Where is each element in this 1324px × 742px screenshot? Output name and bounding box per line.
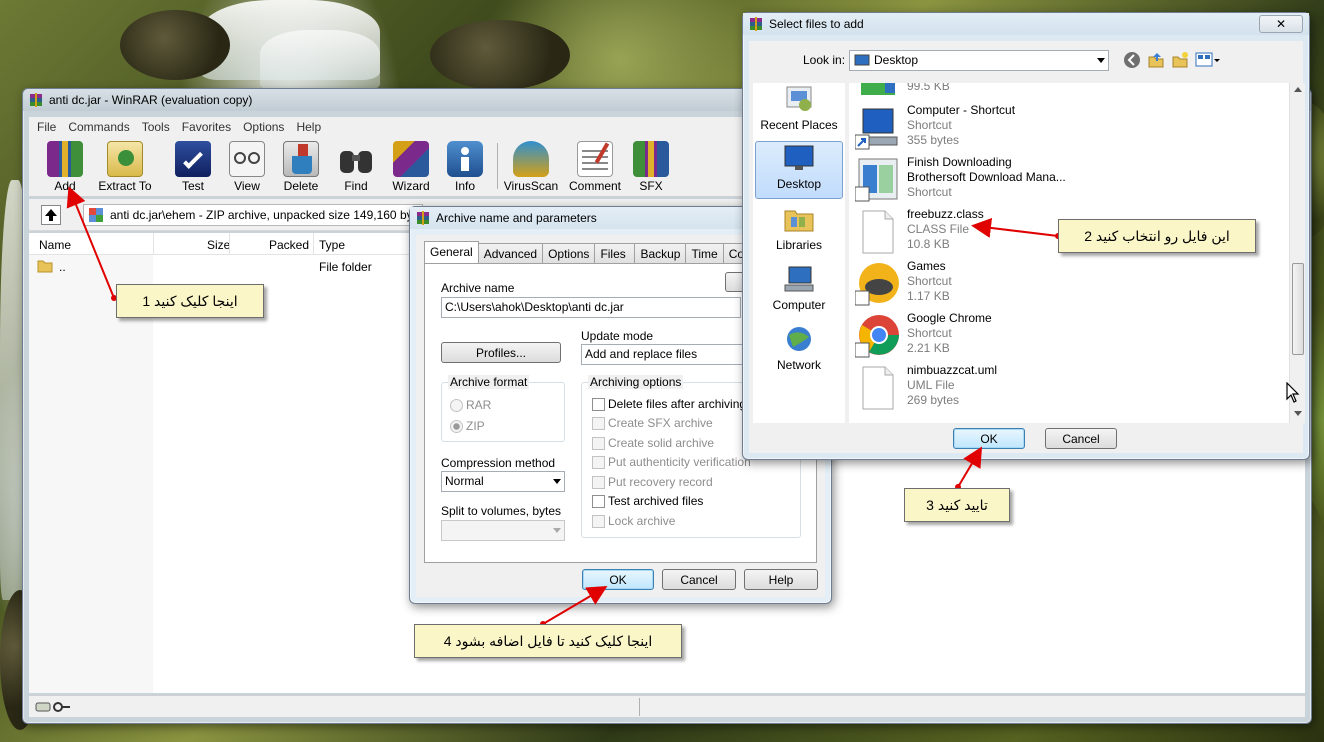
arrow-4 bbox=[540, 585, 608, 627]
callout-step-2: این فایل رو انتخاب کنید 2 bbox=[1058, 219, 1256, 253]
arrow-1 bbox=[66, 186, 117, 301]
arrow-2 bbox=[971, 217, 1061, 239]
callout-step-4: اینجا کلیک کنید تا فایل اضافه بشود 4 bbox=[414, 624, 682, 658]
callout-step-1: اینجا کلیک کنید 1 bbox=[116, 284, 264, 318]
arrow-3 bbox=[955, 446, 983, 490]
callout-step-3: تایید کنید 3 bbox=[904, 488, 1010, 522]
